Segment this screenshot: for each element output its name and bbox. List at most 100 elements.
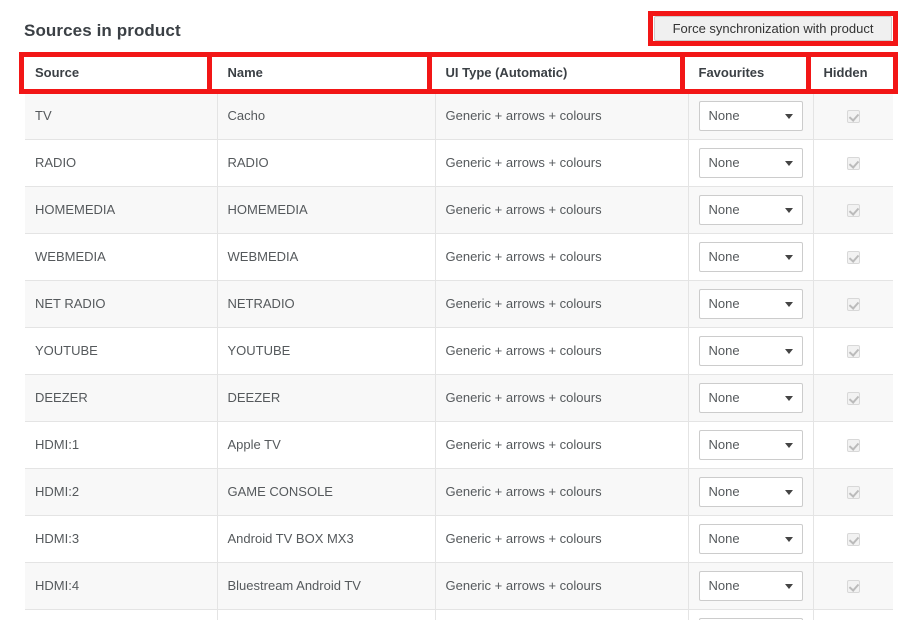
chevron-down-icon bbox=[784, 536, 793, 542]
cell-favourites: None bbox=[688, 561, 814, 609]
favourites-select[interactable]: None bbox=[698, 523, 803, 554]
favourites-select[interactable]: None bbox=[698, 100, 803, 131]
cell-hidden bbox=[813, 514, 893, 562]
cell-source: RADIO bbox=[25, 138, 218, 186]
cell-name: DEEZER bbox=[217, 373, 436, 421]
cell-hidden bbox=[813, 91, 893, 139]
cell-source: NET RADIO bbox=[25, 279, 218, 327]
cell-source: TV bbox=[25, 91, 218, 139]
cell-favourites: None bbox=[688, 138, 814, 186]
cell-hidden bbox=[813, 279, 893, 327]
favourites-select-value: None bbox=[708, 389, 740, 405]
chevron-down-icon bbox=[784, 207, 793, 213]
table-row: HDMI:3 Android TV BOX MX3 Generic + arrows… bbox=[25, 514, 893, 562]
chevron-down-icon bbox=[784, 489, 793, 495]
cell-source bbox=[25, 608, 218, 620]
cell-hidden bbox=[813, 326, 893, 374]
cell-hidden bbox=[813, 138, 893, 186]
sources-in-product-page: Sources in product Force synchronization… bbox=[0, 0, 905, 620]
favourites-select-value: None bbox=[708, 248, 740, 264]
cell-favourites: None bbox=[688, 467, 814, 515]
cell-name: Apple TV bbox=[217, 420, 436, 468]
hidden-checkbox[interactable] bbox=[846, 110, 860, 124]
cell-ui-type: Generic + arrows + colours bbox=[435, 514, 689, 562]
cell-name: Android TV BOX MX3 bbox=[217, 514, 436, 562]
hidden-checkbox[interactable] bbox=[846, 439, 860, 453]
favourites-select-value: None bbox=[708, 342, 740, 358]
favourites-select[interactable]: None bbox=[698, 382, 803, 413]
favourites-select-value: None bbox=[708, 295, 740, 311]
table-row: YOUTUBE YOUTUBE Generic + arrows + colours… bbox=[25, 326, 893, 374]
cell-name: WEBMEDIA bbox=[217, 232, 436, 280]
hidden-checkbox[interactable] bbox=[846, 204, 860, 218]
favourites-select-value: None bbox=[708, 436, 740, 452]
favourites-select-value: None bbox=[708, 201, 740, 217]
cell-hidden bbox=[813, 373, 893, 421]
cell-ui-type: Generic + arrows + colours bbox=[435, 185, 689, 233]
cell-hidden bbox=[813, 420, 893, 468]
favourites-select[interactable]: None bbox=[698, 288, 803, 319]
cell-source: HDMI:4 bbox=[25, 561, 218, 609]
sources-table: Source Name UI Type (Automatic) Favourit… bbox=[25, 54, 894, 620]
chevron-down-icon bbox=[784, 113, 793, 119]
hidden-checkbox[interactable] bbox=[846, 486, 860, 500]
cell-source: HDMI:1 bbox=[25, 420, 218, 468]
cell-ui-type: Generic + arrows + colours bbox=[435, 232, 689, 280]
chevron-down-icon bbox=[784, 442, 793, 448]
favourites-select[interactable]: None bbox=[698, 429, 803, 460]
table-row: TV Cacho Generic + arrows + colours None bbox=[25, 91, 893, 139]
column-header-favourites[interactable]: Favourites bbox=[688, 54, 813, 93]
cell-favourites: None bbox=[688, 514, 814, 562]
table-row: RADIO RADIO Generic + arrows + colours None bbox=[25, 138, 893, 186]
favourites-select[interactable]: None bbox=[698, 570, 803, 601]
column-header-source[interactable]: Source bbox=[25, 54, 217, 93]
favourites-select[interactable]: None bbox=[698, 241, 803, 272]
hidden-checkbox[interactable] bbox=[846, 157, 860, 171]
favourites-select[interactable]: None bbox=[698, 335, 803, 366]
column-header-name[interactable]: Name bbox=[217, 54, 435, 93]
chevron-down-icon bbox=[784, 301, 793, 307]
hidden-checkbox[interactable] bbox=[846, 533, 860, 547]
chevron-down-icon bbox=[784, 254, 793, 260]
cell-source: HOMEMEDIA bbox=[25, 185, 218, 233]
table-row: None bbox=[25, 608, 893, 620]
hidden-checkbox[interactable] bbox=[846, 251, 860, 265]
chevron-down-icon bbox=[784, 395, 793, 401]
table-row: NET RADIO NETRADIO Generic + arrows + colo… bbox=[25, 279, 893, 327]
cell-ui-type: Generic + arrows + colours bbox=[435, 91, 689, 139]
cell-favourites: None bbox=[688, 608, 814, 620]
hidden-checkbox[interactable] bbox=[846, 580, 860, 594]
hidden-checkbox[interactable] bbox=[846, 345, 860, 359]
cell-hidden bbox=[813, 232, 893, 280]
table-row: HDMI:4 Bluestream Android TV Generic + arr… bbox=[25, 561, 893, 609]
hidden-checkbox[interactable] bbox=[846, 392, 860, 406]
favourites-select-value: None bbox=[708, 530, 740, 546]
cell-favourites: None bbox=[688, 420, 814, 468]
cell-ui-type: Generic + arrows + colours bbox=[435, 326, 689, 374]
favourites-select[interactable]: None bbox=[698, 476, 803, 507]
table-row: WEBMEDIA WEBMEDIA Generic + arrows + colou… bbox=[25, 232, 893, 280]
table-body: TV Cacho Generic + arrows + colours None RAD… bbox=[25, 91, 893, 620]
cell-name: NETRADIO bbox=[217, 279, 436, 327]
chevron-down-icon bbox=[784, 348, 793, 354]
favourites-select[interactable]: None bbox=[698, 147, 803, 178]
column-header-ui-type[interactable]: UI Type (Automatic) bbox=[435, 54, 688, 93]
cell-name: RADIO bbox=[217, 138, 436, 186]
hidden-checkbox[interactable] bbox=[846, 298, 860, 312]
page-title: Sources in product bbox=[24, 21, 181, 40]
favourites-select-value: None bbox=[708, 577, 740, 593]
cell-ui-type: Generic + arrows + colours bbox=[435, 373, 689, 421]
column-header-hidden[interactable]: Hidden bbox=[813, 54, 893, 93]
table-header-row: Source Name UI Type (Automatic) Favourit… bbox=[25, 54, 893, 93]
cell-source: YOUTUBE bbox=[25, 326, 218, 374]
force-synchronization-button[interactable]: Force synchronization with product bbox=[654, 16, 892, 41]
favourites-select[interactable]: None bbox=[698, 194, 803, 225]
cell-name bbox=[217, 608, 436, 620]
cell-favourites: None bbox=[688, 91, 814, 139]
favourites-select-value: None bbox=[708, 154, 740, 170]
table-row: HDMI:1 Apple TV Generic + arrows + colours… bbox=[25, 420, 893, 468]
cell-ui-type: Generic + arrows + colours bbox=[435, 420, 689, 468]
cell-ui-type: Generic + arrows + colours bbox=[435, 138, 689, 186]
favourites-select-value: None bbox=[708, 483, 740, 499]
chevron-down-icon bbox=[784, 583, 793, 589]
